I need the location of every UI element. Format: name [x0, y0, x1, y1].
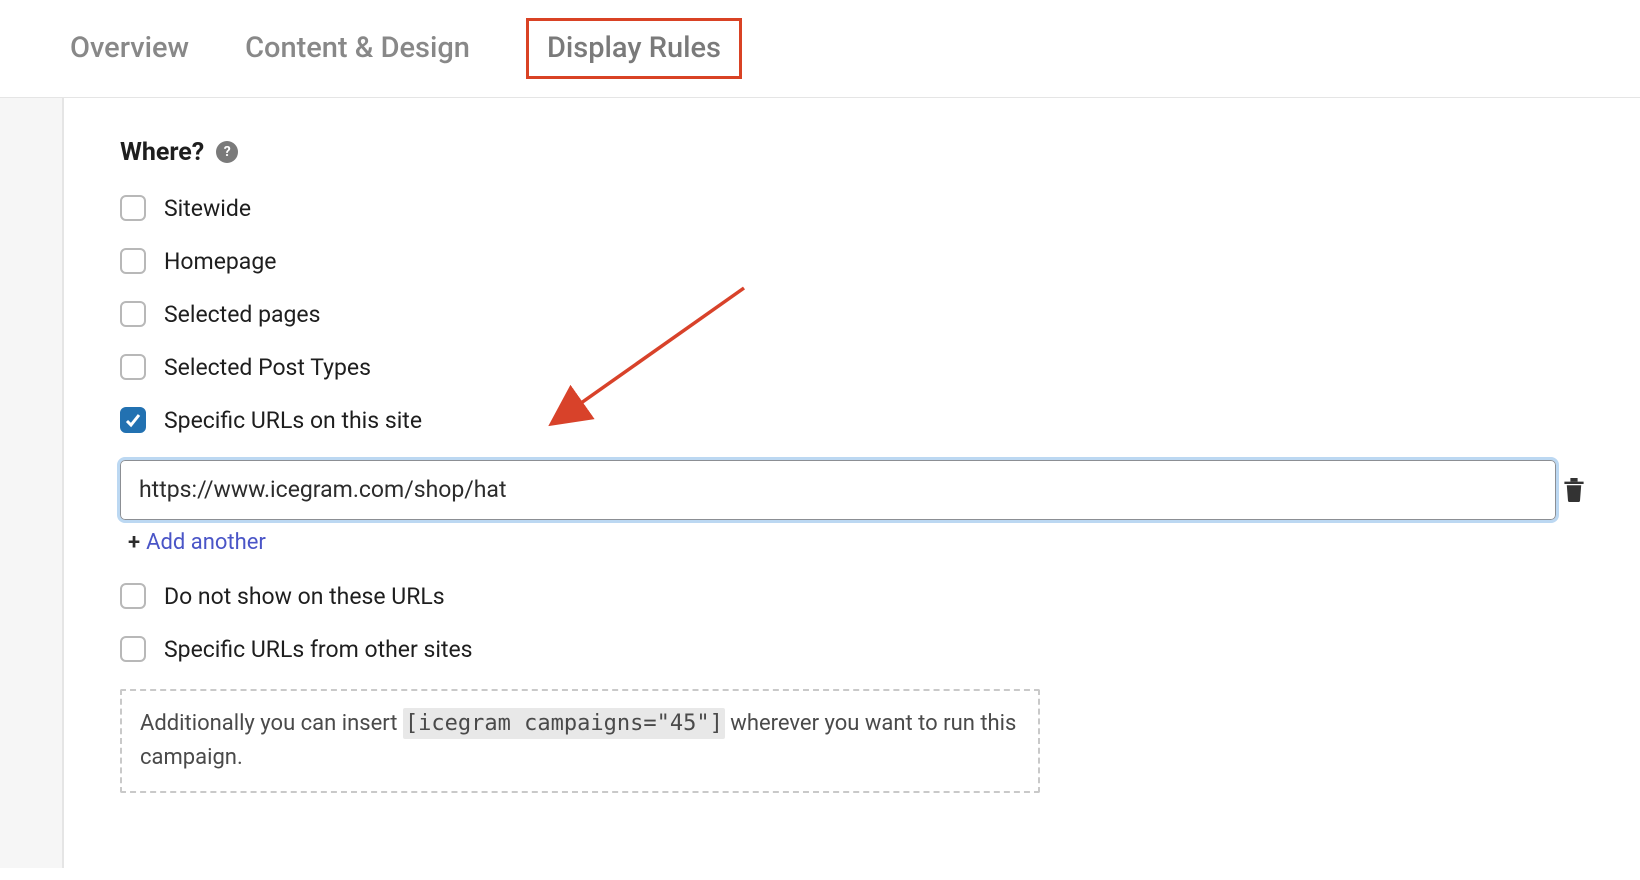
label-homepage: Homepage [164, 248, 276, 275]
trash-icon[interactable] [1564, 478, 1584, 502]
left-gutter [0, 98, 64, 868]
option-specific-other-row: Specific URLs from other sites [120, 636, 1584, 663]
shortcode-code: [icegram campaigns="45"] [403, 708, 725, 739]
option-specific-urls-row: Specific URLs on this site [120, 407, 1584, 434]
checkbox-selected-post-types[interactable] [120, 354, 146, 380]
add-another-button[interactable]: + Add another [128, 530, 1584, 555]
checkbox-do-not-show[interactable] [120, 583, 146, 609]
tabs-row: Overview Content & Design Display Rules [0, 0, 1640, 98]
label-sitewide: Sitewide [164, 195, 251, 222]
checkbox-sitewide[interactable] [120, 195, 146, 221]
label-specific-other: Specific URLs from other sites [164, 636, 473, 663]
add-another-label: Add another [146, 530, 266, 555]
option-sitewide-row: Sitewide [120, 195, 1584, 222]
tab-overview[interactable]: Overview [70, 31, 189, 66]
content-wrap: Where? ? Sitewide Homepage Selected page… [0, 98, 1640, 868]
checkbox-specific-urls[interactable] [120, 407, 146, 433]
label-selected-pages: Selected pages [164, 301, 321, 328]
checkbox-specific-other[interactable] [120, 636, 146, 662]
plus-icon: + [128, 530, 140, 555]
url-row [120, 460, 1584, 520]
option-do-not-show-row: Do not show on these URLs [120, 583, 1584, 610]
main-panel: Where? ? Sitewide Homepage Selected page… [64, 98, 1640, 868]
option-homepage-row: Homepage [120, 248, 1584, 275]
shortcode-hint: Additionally you can insert [icegram cam… [120, 689, 1040, 793]
option-selected-pages-row: Selected pages [120, 301, 1584, 328]
tab-content-design[interactable]: Content & Design [245, 31, 470, 66]
page-title: Where? [120, 138, 204, 167]
checkbox-selected-pages[interactable] [120, 301, 146, 327]
shortcode-text-before: Additionally you can insert [140, 711, 403, 736]
label-selected-post-types: Selected Post Types [164, 354, 371, 381]
option-selected-post-types-row: Selected Post Types [120, 354, 1584, 381]
section-title-row: Where? ? [120, 138, 1584, 167]
checkbox-homepage[interactable] [120, 248, 146, 274]
help-icon[interactable]: ? [216, 141, 238, 163]
url-input[interactable] [120, 460, 1556, 520]
label-specific-urls: Specific URLs on this site [164, 407, 422, 434]
tab-display-rules[interactable]: Display Rules [526, 18, 742, 79]
label-do-not-show: Do not show on these URLs [164, 583, 445, 610]
